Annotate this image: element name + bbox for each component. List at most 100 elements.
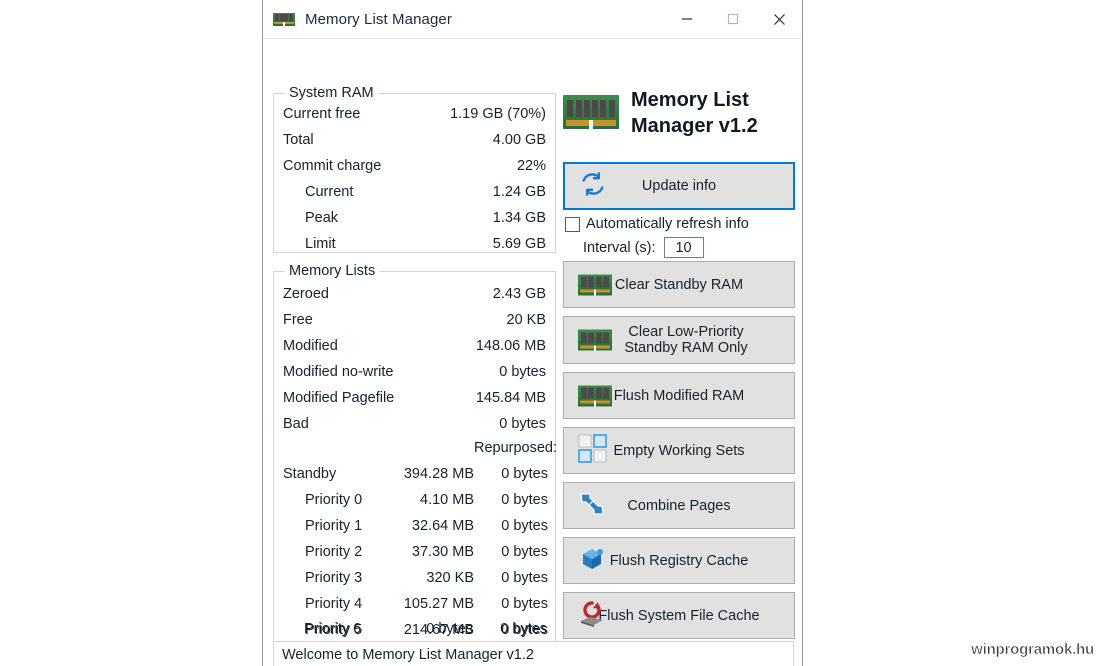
table-row: Bad 0 bytes (274, 416, 555, 442)
row-label: Modified Pagefile (283, 390, 395, 406)
row-label: Total (283, 132, 314, 148)
maximize-icon (727, 13, 739, 25)
row-label: Modified no-write (283, 364, 394, 380)
row-size: 320 KB (426, 570, 474, 586)
table-row: Modified no-write 0 bytes (274, 364, 555, 390)
squares-icon (578, 433, 608, 468)
clear-standby-ram-button[interactable]: Clear Standby RAM (563, 261, 795, 308)
screenshot-root: Memory List Manager System RAM Current f… (0, 0, 1102, 666)
flush-registry-cache-button[interactable]: Flush Registry Cache (563, 537, 795, 584)
table-row: Modified Pagefile 145.84 MB (274, 390, 555, 416)
row-repurposed: 0 bytes (501, 518, 548, 534)
update-info-label: Update info (641, 178, 717, 194)
table-row: Standby 394.28 MB 0 bytes (274, 466, 555, 492)
flush-registry-cache-label: Flush Registry Cache (609, 552, 749, 569)
brand-line1: Memory List (631, 89, 749, 111)
row-label: Bad (283, 416, 309, 432)
table-row: Peak 1.34 GB (274, 210, 555, 236)
title-bar: Memory List Manager (263, 0, 802, 39)
row-size: 105.27 MB (403, 596, 474, 612)
system-ram-group-title: System RAM (285, 85, 378, 101)
update-info-button[interactable]: Update info (563, 162, 795, 210)
row-size: 37.30 MB (411, 544, 474, 560)
row-label: Free (283, 312, 313, 328)
row-label: Priority 2 (305, 544, 363, 560)
table-row: Current 1.24 GB (274, 184, 555, 210)
maximize-button[interactable] (710, 0, 756, 38)
memory-lists-group-title: Memory Lists (285, 263, 380, 279)
row-repurposed: 0 bytes (501, 544, 548, 560)
table-row: Priority 4 105.27 MB 0 bytes (274, 596, 555, 622)
window-title: Memory List Manager (305, 10, 452, 28)
flush-system-file-cache-button[interactable]: Flush System File Cache (563, 592, 795, 639)
row-label: Standby (283, 466, 337, 482)
row-size: 0 bytes (426, 621, 473, 637)
row-value: 22% (516, 158, 546, 174)
table-row: Priority 2 37.30 MB 0 bytes (274, 544, 555, 570)
status-bar: Welcome to Memory List Manager v1.2 (273, 641, 794, 666)
combine-pages-button[interactable]: Combine Pages (563, 482, 795, 529)
row-repurposed: 0 bytes (501, 466, 548, 482)
row-value: 1.34 GB (492, 210, 546, 226)
row-value: 0 bytes (499, 364, 546, 380)
ram-module-icon (563, 95, 619, 129)
table-row: Zeroed 2.43 GB (274, 286, 555, 312)
row-value: 1.19 GB (70%) (450, 106, 546, 122)
refresh-icon (579, 170, 607, 202)
row-repurposed: 0 bytes (501, 492, 548, 508)
checkbox-box[interactable] (565, 216, 580, 232)
ram-module-icon (578, 385, 612, 406)
table-row: Limit 5.69 GB (274, 236, 555, 262)
auto-refresh-checkbox[interactable]: Automatically refresh info (565, 216, 749, 232)
row-value: 5.69 GB (492, 236, 546, 252)
table-row: Modified 148.06 MB (274, 338, 555, 364)
row-value: 145.84 MB (475, 390, 546, 406)
row-value: 148.06 MB (475, 338, 546, 354)
close-button[interactable] (756, 0, 802, 38)
empty-working-sets-button[interactable]: Empty Working Sets (563, 427, 795, 474)
table-row: Priority 1 32.64 MB 0 bytes (274, 518, 555, 544)
row-label: Zeroed (283, 286, 329, 302)
clear-standby-ram-label: Clear Standby RAM (614, 276, 744, 293)
table-row: Free 20 KB (274, 312, 555, 338)
row-value: 20 KB (506, 312, 547, 328)
brand-title: Memory List Manager v1.2 (631, 87, 801, 139)
table-row: Current free 1.19 GB (70%) (274, 106, 555, 132)
merge-arrows-icon (578, 490, 606, 522)
auto-refresh-label: Automatically refresh info (586, 216, 749, 232)
flush-modified-ram-button[interactable]: Flush Modified RAM (563, 372, 795, 419)
system-ram-group: System RAM Current free 1.19 GB (70%) To… (273, 85, 556, 253)
app-window: Memory List Manager System RAM Current f… (262, 0, 803, 666)
table-row: Total 4.00 GB (274, 132, 555, 158)
ram-module-icon (578, 274, 612, 295)
cube-icon (578, 545, 606, 577)
row-label: Current free (283, 106, 361, 122)
row-label: Modified (283, 338, 338, 354)
clear-low-priority-standby-button[interactable]: Clear Low-Priority Standby RAM Only (563, 316, 795, 364)
minimize-button[interactable] (664, 0, 710, 38)
interval-input[interactable] (663, 237, 704, 258)
window-controls (664, 0, 802, 38)
row-label: Priority 0 (305, 492, 363, 508)
repurposed-header-row: Repurposed: (274, 440, 558, 466)
watermark: winprogramok.hu (971, 641, 1095, 659)
close-icon (773, 13, 785, 25)
minimize-icon (682, 18, 692, 20)
client-area: System RAM Current free 1.19 GB (70%) To… (263, 39, 802, 666)
brand-header: Memory List Manager v1.2 (563, 89, 795, 145)
row-size: 394.28 MB (403, 466, 474, 482)
combine-pages-label: Combine Pages (627, 497, 731, 514)
row-label: Priority 6 (304, 621, 362, 637)
ram-module-icon (273, 12, 295, 26)
interval-label: Interval (s): (583, 239, 656, 256)
empty-working-sets-label: Empty Working Sets (613, 442, 745, 459)
row-size: 32.64 MB (411, 518, 474, 534)
row-value: 2.43 GB (492, 286, 546, 302)
row-repurposed: 0 bytes (500, 621, 547, 637)
table-row: Commit charge 22% (274, 158, 555, 184)
flush-system-file-cache-label: Flush System File Cache (598, 607, 760, 624)
row-repurposed: 0 bytes (501, 596, 548, 612)
row-repurposed: 0 bytes (501, 570, 548, 586)
ram-module-icon (578, 329, 612, 351)
repurposed-header: Repurposed: (474, 440, 558, 456)
